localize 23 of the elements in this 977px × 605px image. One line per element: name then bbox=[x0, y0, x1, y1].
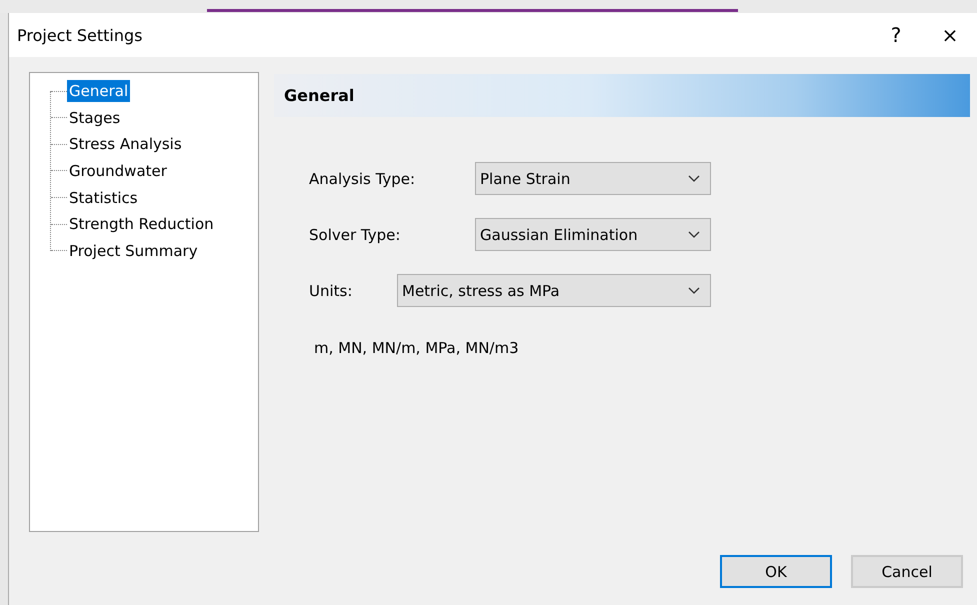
tree-item[interactable]: General bbox=[67, 80, 130, 102]
dropdown[interactable]: Metric, stress as MPa bbox=[397, 274, 711, 307]
tree-item[interactable]: Strength Reduction bbox=[67, 213, 216, 236]
section-header: General bbox=[274, 74, 970, 117]
tree-item[interactable]: Statistics bbox=[67, 186, 140, 209]
field-label: Solver Type: bbox=[309, 226, 402, 244]
close-button[interactable]: × bbox=[923, 13, 977, 57]
chevron-icon bbox=[688, 175, 700, 182]
field-label: Units: bbox=[309, 282, 354, 300]
window-title: Project Settings bbox=[17, 26, 144, 44]
dropdown[interactable]: Gaussian Elimination bbox=[475, 218, 711, 251]
units-note: m, MN, MN/m, MPa, MN/m3 bbox=[314, 339, 520, 357]
chevron-icon bbox=[688, 287, 700, 294]
cancel-button[interactable]: Cancel bbox=[851, 555, 963, 588]
tree-item[interactable]: Groundwater bbox=[67, 160, 169, 182]
chevron-icon bbox=[688, 231, 700, 238]
ok-button[interactable]: OK bbox=[720, 555, 832, 588]
dropdown[interactable]: Plane Strain bbox=[475, 162, 711, 195]
tree-item[interactable]: Project Summary bbox=[67, 240, 200, 262]
tree-item[interactable]: Stages bbox=[67, 106, 122, 129]
field-label: Analysis Type: bbox=[309, 170, 416, 188]
help-button[interactable]: ? bbox=[869, 13, 923, 57]
tree-item[interactable]: Stress Analysis bbox=[67, 133, 184, 156]
